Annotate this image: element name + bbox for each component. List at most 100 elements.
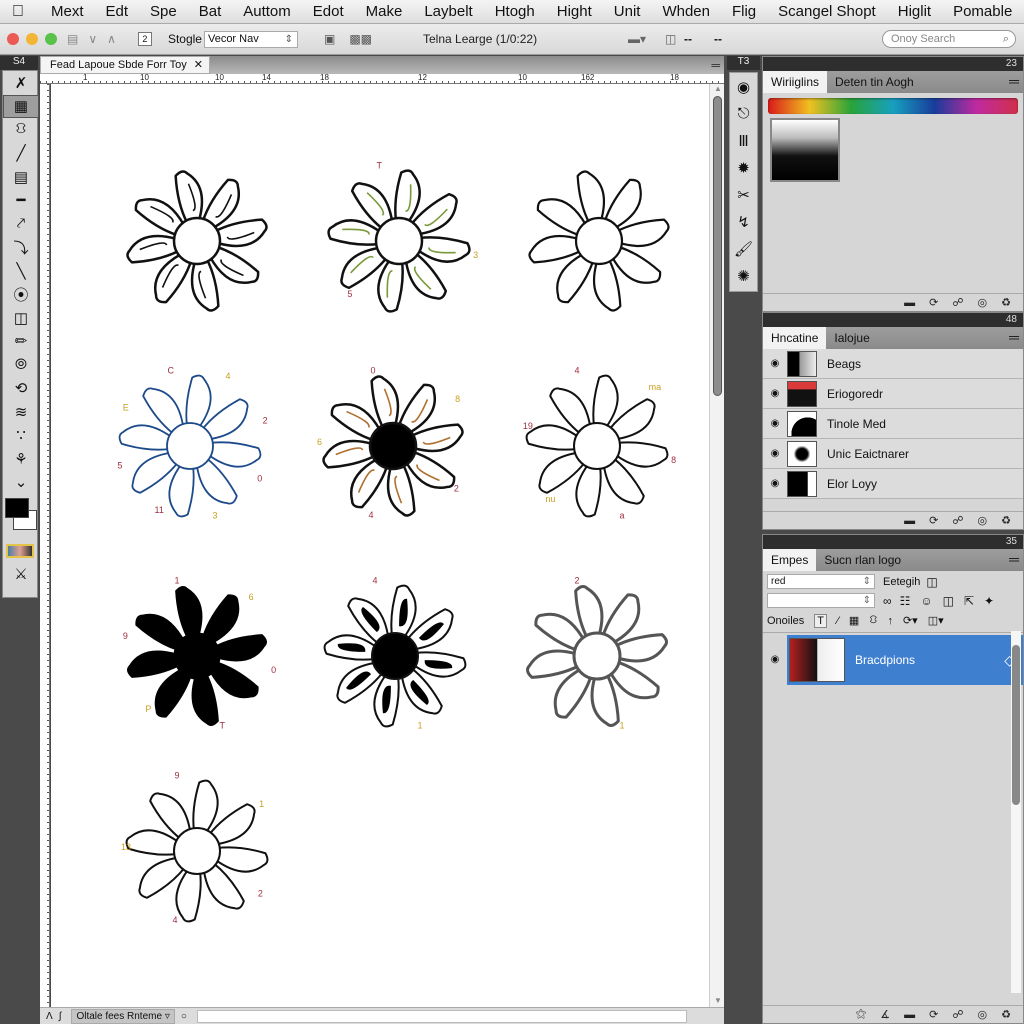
value-field[interactable]: ⇕ — [767, 593, 875, 608]
tab-gradient[interactable]: Deten tin Aogh — [827, 71, 922, 93]
artboard-canvas[interactable]: T 3 5 C 4 2 0 3 11 5 E 0 8 2 4 6 4 ma 8 a nu 19 1 6 0 T P 9 4 1 2 1 9 1 2 4… — [51, 84, 709, 1007]
stamp-icon[interactable]: ⛻ — [869, 614, 877, 628]
flower-outline-plain[interactable] — [528, 170, 670, 312]
globe-icon[interactable]: ☍ — [952, 1008, 963, 1021]
layers-icon[interactable]: ▤ — [67, 32, 78, 46]
pen-tool-icon[interactable]: ╱ — [3, 142, 39, 166]
artboard-tool-icon[interactable]: ▦ — [3, 94, 39, 118]
tab-styles[interactable]: Empes — [763, 549, 817, 571]
symbol-tool-icon[interactable]: ⚘ — [3, 447, 39, 471]
panel-menu-icon[interactable]: ═ — [1009, 329, 1019, 345]
menu-item[interactable]: Higlit — [887, 3, 942, 20]
flower-blue-outline[interactable]: C 4 2 0 3 11 5 E — [117, 365, 267, 520]
tab-layers[interactable]: Hncatine — [763, 327, 827, 349]
splat-icon[interactable]: ✹ — [730, 154, 757, 181]
globe-icon[interactable]: ☍ — [952, 514, 963, 527]
rotate-icon[interactable]: ⟳ — [929, 1008, 938, 1021]
eye-icon[interactable]: ◉ — [763, 635, 787, 685]
flower-gray-rough-outline[interactable]: 21 — [526, 575, 668, 731]
color-swatches[interactable] — [3, 494, 39, 540]
panel-scrollbar[interactable] — [1011, 631, 1021, 993]
grid-icon[interactable]: ▦ — [849, 614, 859, 627]
hook-icon[interactable]: ↯ — [730, 208, 757, 235]
color-spectrum-slider[interactable] — [768, 98, 1018, 114]
apple-logo-icon[interactable]:  — [12, 3, 24, 21]
flower-open-outline[interactable]: 9 1 2 4 13 — [121, 770, 269, 925]
stepper-icon[interactable]: ⇕ — [863, 594, 871, 607]
measure-tool-icon[interactable]: ⚔ — [3, 562, 39, 586]
quick-mask-icon[interactable] — [6, 544, 34, 558]
menu-item[interactable]: Unit — [603, 3, 652, 20]
globe-icon[interactable]: ☍ — [952, 296, 963, 309]
align-icon[interactable]: ☷ — [900, 594, 911, 608]
tab-search[interactable]: Sucn rlan logo — [816, 549, 909, 571]
menu-item[interactable]: Laybelt — [413, 3, 483, 20]
layer-row[interactable]: ◉ Elor Loyy — [763, 469, 1023, 499]
flower-outline-green-sketch[interactable]: T 3 5 — [327, 160, 479, 313]
menu-item[interactable]: Auttom — [232, 3, 302, 20]
image-icon[interactable]: ▣ — [324, 32, 335, 46]
layer-row[interactable]: ◉ Tinole Med — [763, 409, 1023, 439]
smiley-icon[interactable]: ☺ — [920, 594, 932, 608]
close-tab-icon[interactable]: ✕ — [194, 57, 203, 73]
pin-icon[interactable]: ↑ — [887, 615, 893, 627]
pencil-tool-icon[interactable]: ✏ — [3, 330, 39, 354]
curvature-tool-icon[interactable]: ⤤ — [3, 212, 39, 236]
target-icon[interactable]: ◎ — [978, 514, 988, 527]
gradient-swatch[interactable] — [770, 118, 840, 182]
menu-item[interactable]: Make — [355, 3, 414, 20]
eye-icon[interactable]: ◉ — [763, 478, 787, 489]
thermometer-icon[interactable]: ⎋ — [730, 100, 757, 127]
rotate-icon[interactable]: ⟳ — [929, 296, 938, 309]
vertical-scrollbar[interactable]: ▲ ▼ — [709, 84, 724, 1007]
slash-icon[interactable]: ⁄ — [837, 615, 839, 627]
view-mode-dropdown[interactable]: ▬▾ — [628, 32, 646, 46]
zoom-dropdown[interactable]: Oltale fees Rnteme ▿ — [71, 1008, 175, 1024]
eye-icon[interactable]: ◉ — [763, 358, 787, 369]
chevron-down-icon[interactable]: ∨ — [88, 32, 97, 46]
rotate-icon[interactable]: ⟳ — [929, 514, 938, 527]
brush-icon[interactable]: 🖌 — [730, 235, 757, 262]
lasso-tool-icon[interactable]: ⦿ — [3, 283, 39, 307]
trash-icon[interactable]: ♻ — [1001, 1008, 1011, 1021]
menu-item[interactable]: Scangel Shopt — [767, 3, 887, 20]
tab-color[interactable]: Wiriiglins — [763, 71, 827, 93]
menu-item[interactable]: Mext — [40, 3, 95, 20]
menu-item[interactable]: Htogh — [484, 3, 546, 20]
script-icon[interactable]: ∫ — [59, 1011, 62, 1022]
eye-icon[interactable]: ◉ — [763, 418, 787, 429]
flower-black-center-ornament[interactable]: 41 — [323, 575, 467, 731]
target-icon[interactable]: ◎ — [978, 296, 988, 309]
new-icon[interactable]: ▬ — [904, 297, 915, 309]
page-icon[interactable]: ◫ — [943, 594, 954, 608]
new-icon[interactable]: ▬ — [904, 1009, 915, 1021]
document-icon[interactable]: ◫ — [665, 32, 676, 46]
tab-channels[interactable]: Ialojue — [826, 327, 877, 349]
trash-icon[interactable]: ♻ — [1001, 514, 1011, 527]
menu-item[interactable]: Edt — [95, 3, 140, 20]
artboard-nav-icon[interactable]: Λ — [46, 1011, 53, 1022]
flower-outline-inner-strokes[interactable] — [126, 170, 268, 312]
menu-item[interactable]: Edot — [302, 3, 355, 20]
horizontal-scrollbar[interactable] — [196, 1009, 687, 1023]
spiral-tool-icon[interactable]: ⦾ — [3, 353, 39, 377]
style-item-selected[interactable]: Bracdpions ◇ — [787, 635, 1023, 685]
type-icon[interactable]: T — [814, 613, 828, 628]
flower-solid-black[interactable]: 1 6 0 T P 9 — [123, 575, 276, 730]
film-icon[interactable]: ▩▩ — [349, 32, 372, 46]
bug-icon[interactable]: ✺ — [730, 262, 757, 289]
hand-tool-icon[interactable]: ⌄ — [3, 471, 39, 495]
scrollbar-thumb[interactable] — [1012, 645, 1020, 805]
menu-item[interactable]: Pomable — [942, 3, 1023, 20]
panel-menu-icon[interactable]: ═ — [1009, 551, 1019, 567]
foreground-color-swatch[interactable] — [5, 498, 29, 518]
lightning-icon[interactable]: ✦ — [984, 594, 994, 608]
scroll-down-icon[interactable]: ▼ — [714, 996, 722, 1005]
menu-item[interactable]: Bat — [188, 3, 233, 20]
layer-row[interactable]: ◉ Unic Eaictnarer — [763, 439, 1023, 469]
crop-tool-icon[interactable]: ▤ — [3, 165, 39, 189]
minimize-window-button[interactable] — [26, 33, 38, 45]
menu-item[interactable]: Whden — [651, 3, 721, 20]
resize-icon[interactable]: ⇱ — [964, 594, 974, 608]
info-icon[interactable]: ○ — [181, 1011, 187, 1022]
